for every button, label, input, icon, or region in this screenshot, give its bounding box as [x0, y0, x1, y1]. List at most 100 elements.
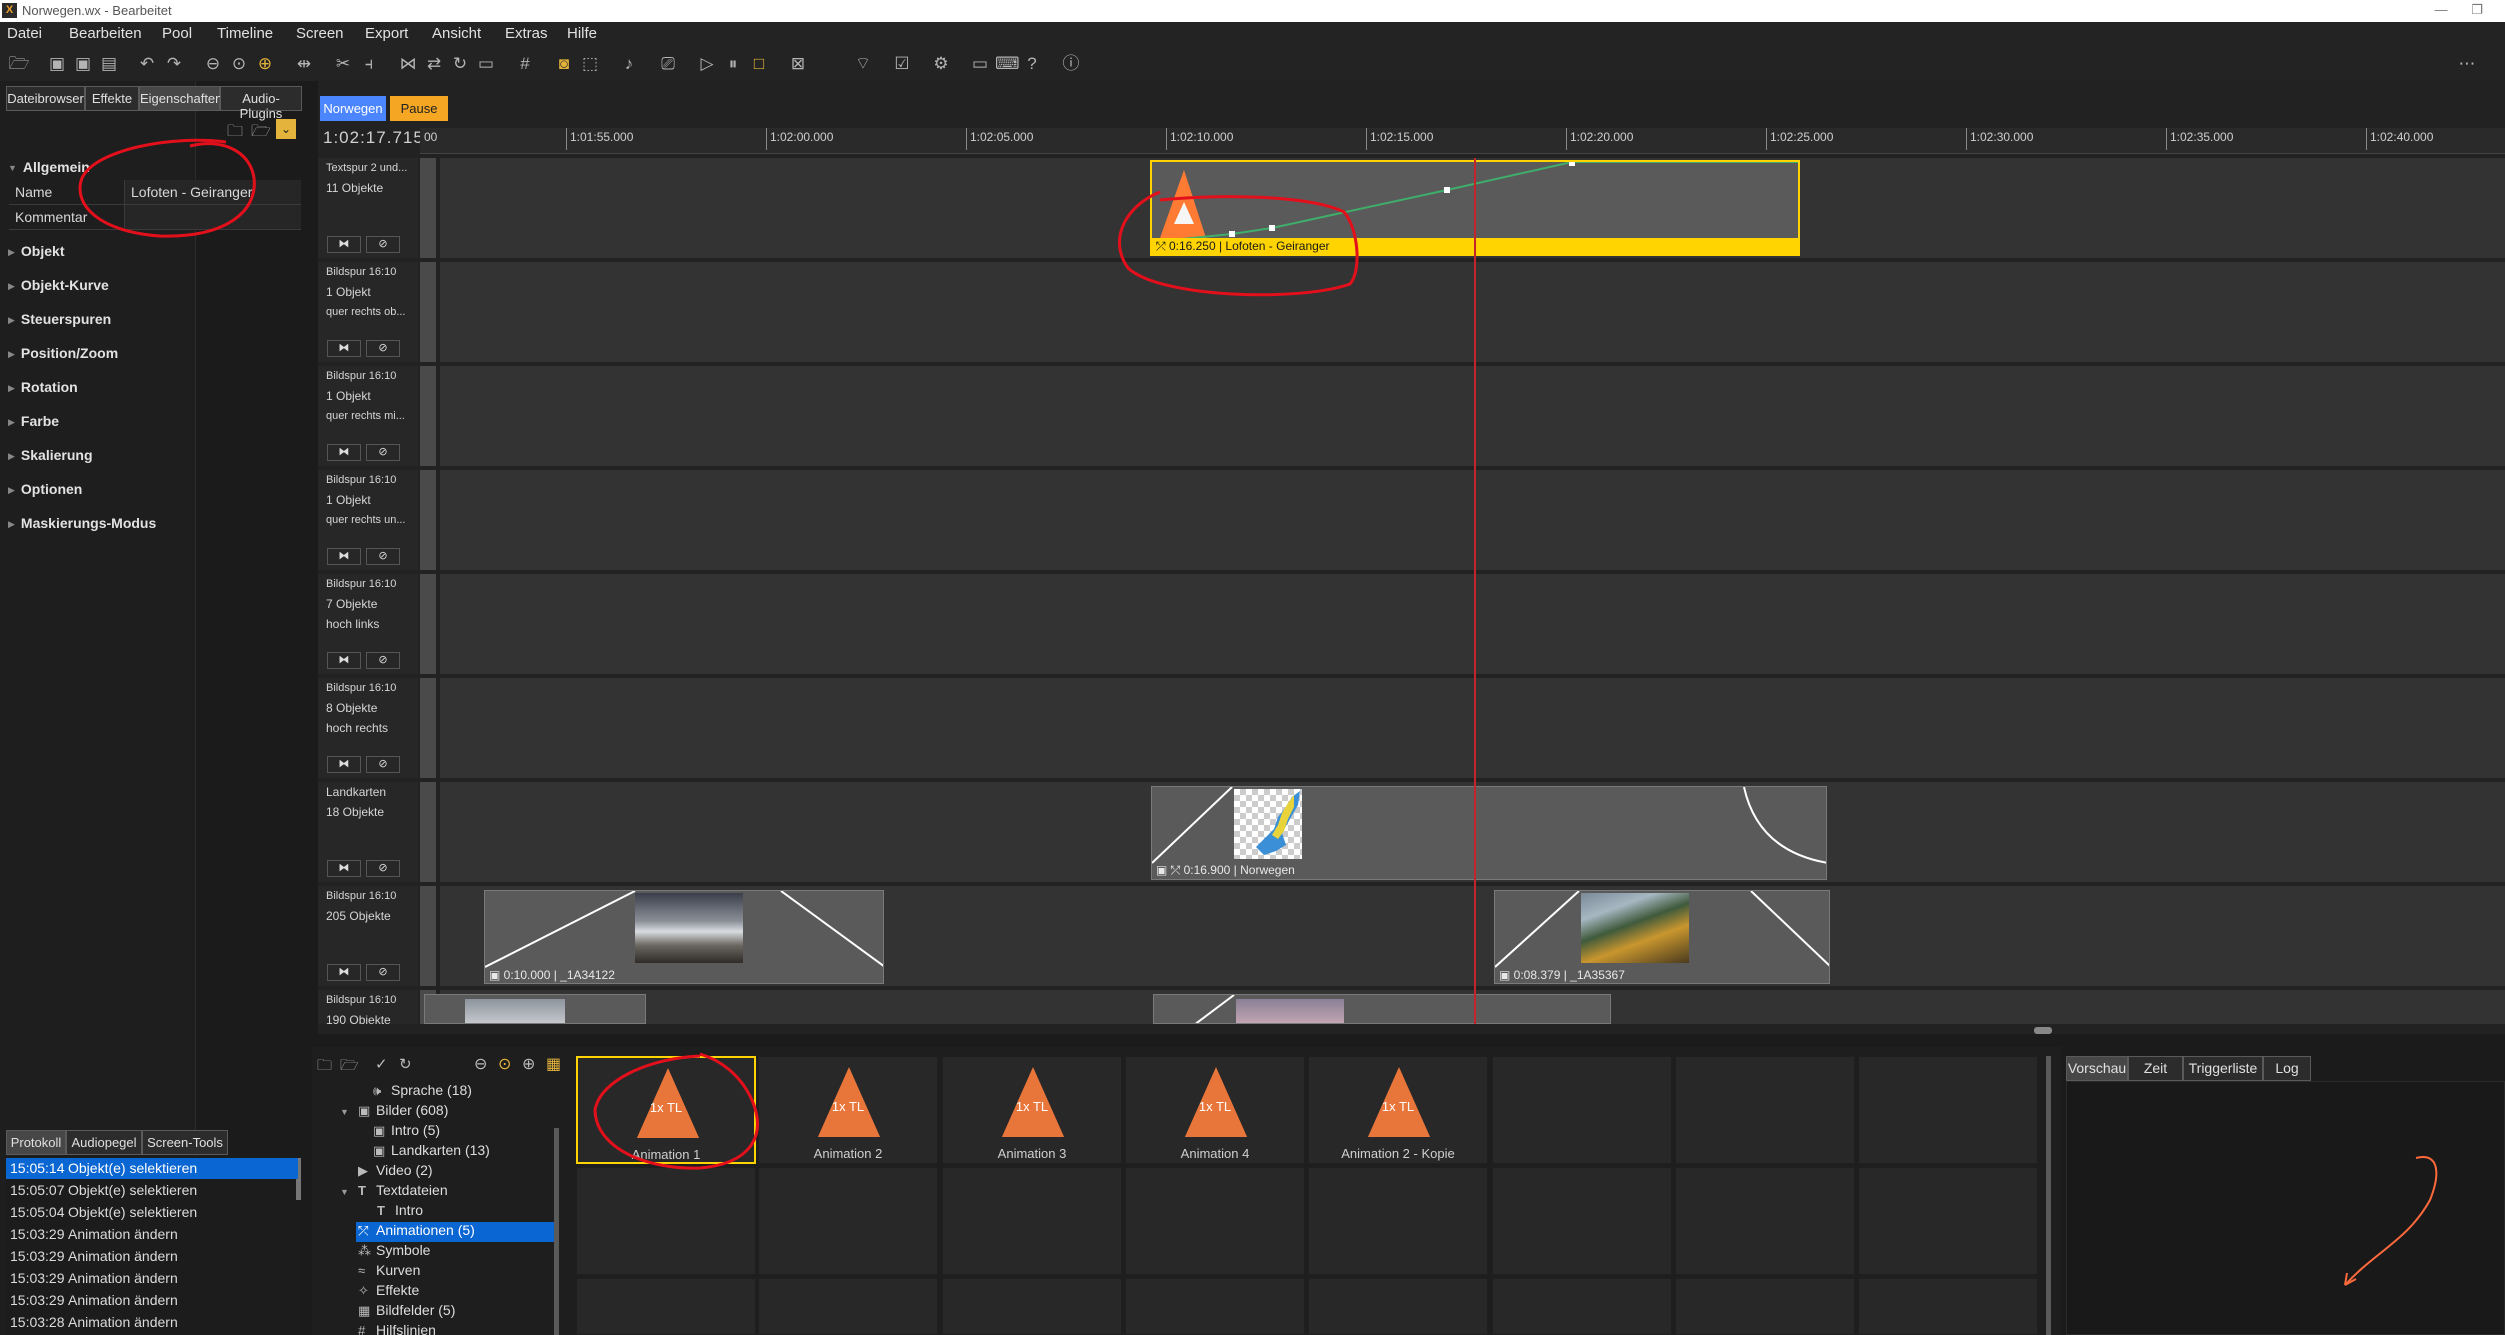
track-lane[interactable]	[440, 262, 2505, 362]
open-folder-icon[interactable]: 🗁	[8, 53, 30, 75]
new-folder-icon[interactable]: 🗀	[227, 120, 243, 147]
close-box-icon[interactable]: ⊠	[787, 53, 809, 75]
pool-tile[interactable]: 1x TL Animation 2	[758, 1056, 938, 1164]
track-scrollbar[interactable]	[420, 262, 436, 362]
track-scrollbar[interactable]	[420, 678, 436, 778]
pool-tree-item[interactable]: T Intro	[377, 1202, 423, 1218]
pool-tile-empty[interactable]	[1858, 1167, 2038, 1275]
tab-audiopegel[interactable]: Audiopegel	[66, 1130, 142, 1155]
info-icon[interactable]: ⓘ	[1060, 53, 1082, 75]
save-all-icon[interactable]: ▤	[98, 53, 120, 75]
grid-view-icon[interactable]: ▦	[546, 1054, 561, 1074]
menu-timeline[interactable]: Timeline	[217, 25, 273, 42]
marker-icon[interactable]: ⬚	[579, 53, 601, 75]
track-solo-button[interactable]: ⧓	[327, 444, 361, 461]
help-icon[interactable]: ?	[1021, 53, 1043, 75]
track-solo-button[interactable]: ⧓	[327, 236, 361, 253]
pool-tree-item[interactable]: ▣ Intro (5)	[373, 1122, 440, 1139]
menu-pool[interactable]: Pool	[162, 25, 192, 42]
pool-tile-empty[interactable]	[1492, 1167, 1672, 1275]
tab-audio-plugins[interactable]: Audio-Plugins	[220, 86, 302, 121]
track-mute-button[interactable]: ⊘	[366, 548, 400, 565]
group-rotation[interactable]: ▶ Rotation	[8, 379, 78, 395]
zoom-reset-icon[interactable]: ⊙	[228, 53, 250, 75]
track-solo-button[interactable]: ⧓	[327, 652, 361, 669]
zoom-in-icon[interactable]: ⊕	[522, 1054, 535, 1074]
image-clip[interactable]	[1153, 994, 1611, 1024]
tab-norwegen[interactable]: Norwegen	[320, 96, 386, 121]
tab-pause[interactable]: Pause	[390, 96, 448, 121]
timeline-hscrollbar[interactable]	[2034, 1027, 2052, 1034]
zoom-in-icon[interactable]: ⊕	[254, 53, 276, 75]
pool-tree-item-selected[interactable]: ⤱ Animationen (5)	[356, 1222, 554, 1242]
prop-name-input[interactable]: Lofoten - Geiranger	[124, 180, 301, 204]
track-mute-button[interactable]: ⊘	[366, 964, 400, 981]
expand-arrow-icon[interactable]: ▼	[340, 1187, 358, 1197]
checklist-icon[interactable]: ☑	[891, 53, 913, 75]
pool-tile-empty[interactable]	[1492, 1278, 1672, 1335]
pool-tree-item[interactable]: ▣ Landkarten (13)	[373, 1142, 490, 1159]
group-skalierung[interactable]: ▶ Skalierung	[8, 447, 93, 463]
track-header[interactable]: Bildspur 16:10 1 Objekt quer rechts ob... ⧓…	[318, 262, 418, 362]
tab-vorschau[interactable]: Vorschau	[2066, 1056, 2128, 1081]
track-mute-button[interactable]: ⊘	[366, 860, 400, 877]
track-solo-button[interactable]: ⧓	[327, 964, 361, 981]
track-solo-button[interactable]: ⧓	[327, 860, 361, 877]
menu-datei[interactable]: Datei	[7, 25, 42, 42]
tab-eigenschaften[interactable]: Eigenschaften	[139, 86, 222, 111]
more-icon[interactable]: ⋯	[2456, 53, 2478, 75]
log-row[interactable]: 15:05:04 Objekt(e) selektieren	[6, 1202, 298, 1223]
keyboard-icon[interactable]: ⌨	[995, 53, 1020, 75]
track-scrollbar[interactable]	[420, 470, 436, 570]
pool-tile-empty[interactable]	[1675, 1056, 1855, 1164]
zoom-out-icon[interactable]: ⊖	[202, 53, 224, 75]
pool-tree-item[interactable]: # Hilfslinien	[358, 1322, 436, 1335]
group-optionen[interactable]: ▶ Optionen	[8, 481, 82, 497]
settings-icon[interactable]: ⚙	[930, 53, 952, 75]
pool-tile-empty[interactable]	[1675, 1278, 1855, 1335]
expand-arrow-icon[interactable]: ▼	[340, 1107, 358, 1117]
undo-icon[interactable]: ↶	[136, 53, 158, 75]
preview-area[interactable]	[2066, 1081, 2505, 1335]
grid-icon[interactable]: #	[514, 53, 536, 75]
pool-tile[interactable]: 1x TL Animation 4	[1125, 1056, 1305, 1164]
pool-tree-scrollbar[interactable]	[554, 1128, 559, 1335]
trim-icon[interactable]: ⋈	[397, 53, 419, 75]
snap-icon[interactable]: ◙	[553, 53, 575, 75]
log-row[interactable]: 15:03:29 Animation ändern	[6, 1268, 298, 1289]
audio-icon[interactable]: ♪	[618, 53, 640, 75]
pool-tile-empty[interactable]	[942, 1278, 1122, 1335]
pool-tree-item[interactable]: ▦ Bildfelder (5)	[358, 1302, 455, 1319]
zoom-out-icon[interactable]: ⊖	[474, 1054, 487, 1074]
refresh-icon[interactable]: ↻	[399, 1055, 412, 1073]
cut-icon[interactable]: ✂	[332, 53, 354, 75]
menu-export[interactable]: Export	[365, 25, 408, 42]
track-lane[interactable]	[440, 366, 2505, 466]
track-header[interactable]: Bildspur 16:10 1 Objekt quer rechts un... ⧓…	[318, 470, 418, 570]
prop-kommentar-input[interactable]	[124, 205, 301, 229]
track-mute-button[interactable]: ⊘	[366, 444, 400, 461]
time-ruler[interactable]: 00 1:01:55.000 1:02:00.000 1:02:05.000 1…	[420, 128, 2505, 154]
group-steuerspuren[interactable]: ▶ Steuerspuren	[8, 311, 111, 327]
pool-tree-item[interactable]: ✧ Effekte	[358, 1282, 419, 1299]
pool-tree-item[interactable]: ▼ T Textdateien	[340, 1182, 448, 1198]
pool-tile[interactable]: 1x TL Animation 1	[576, 1056, 756, 1164]
zoom-reset-icon[interactable]: ⊙	[498, 1054, 511, 1074]
track-lane[interactable]	[440, 574, 2505, 674]
pool-tile-empty[interactable]	[576, 1278, 756, 1335]
log-row[interactable]: 15:05:07 Objekt(e) selektieren	[6, 1180, 298, 1201]
rotate-icon[interactable]: ↻	[449, 53, 471, 75]
group-objekt[interactable]: ▶ Objekt	[8, 243, 65, 259]
export-video-icon[interactable]: ⎚	[657, 53, 679, 75]
play-icon[interactable]: ▷	[696, 53, 718, 75]
fit-icon[interactable]: ⇹	[293, 53, 315, 75]
save-as-icon[interactable]: ▣	[72, 53, 94, 75]
tab-effekte[interactable]: Effekte	[85, 86, 139, 111]
tab-screen-tools[interactable]: Screen-Tools	[142, 1130, 228, 1155]
pool-tile-empty[interactable]	[1858, 1056, 2038, 1164]
pool-tile-empty[interactable]	[576, 1167, 756, 1275]
pool-tile[interactable]: 1x TL Animation 2 - Kopie	[1308, 1056, 1488, 1164]
open-folder-icon[interactable]: 🗁	[340, 1055, 359, 1080]
tab-triggerliste[interactable]: Triggerliste	[2183, 1056, 2263, 1081]
pool-tile-empty[interactable]	[1308, 1278, 1488, 1335]
